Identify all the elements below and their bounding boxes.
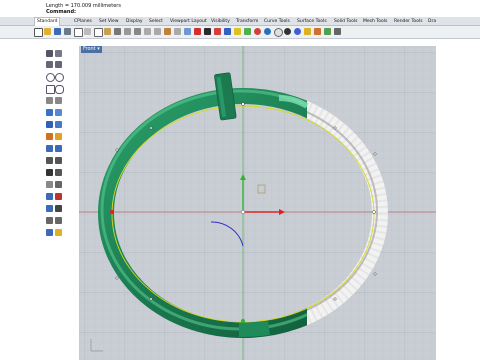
gumball-center[interactable]	[240, 209, 245, 214]
render-tools-icon[interactable]	[46, 229, 53, 236]
object-properties-icon[interactable]	[214, 28, 221, 35]
paste-icon[interactable]	[104, 28, 111, 35]
zoom-icon[interactable]	[144, 28, 151, 35]
save-icon[interactable]	[54, 28, 61, 35]
four-viewports-icon[interactable]	[184, 28, 191, 35]
pan-hand-icon[interactable]	[124, 28, 131, 35]
open-file-icon[interactable]	[44, 28, 51, 35]
tab-render-tools[interactable]: Render Tools	[394, 18, 423, 25]
join-icon[interactable]	[46, 193, 53, 200]
solid-box-icon[interactable]	[46, 121, 53, 128]
copy-icon[interactable]	[94, 28, 103, 37]
copy-object-icon[interactable]	[55, 145, 62, 152]
dimension-icon[interactable]	[55, 205, 62, 212]
ring-green-bottom[interactable]	[238, 321, 270, 337]
viewport-canvas[interactable]	[79, 46, 436, 360]
zoom-window-icon[interactable]	[154, 28, 161, 35]
select-filter-icon[interactable]	[224, 28, 231, 35]
command-sidebar	[0, 39, 77, 360]
seam-point-bottom[interactable]	[241, 319, 245, 323]
boolean-icon[interactable]	[46, 133, 53, 140]
viewport-title: Front	[83, 46, 96, 52]
tab-standard[interactable]: Standard	[34, 17, 61, 26]
command-history: Length = 170.009 millimeters Command:	[0, 0, 480, 17]
tab-curve-tools[interactable]: Curve Tools	[264, 18, 290, 25]
group-icon[interactable]	[46, 205, 53, 212]
tab-solid-tools[interactable]: Solid Tools	[334, 18, 357, 25]
select-points-icon[interactable]	[46, 50, 53, 57]
curve-tools-icon[interactable]	[55, 97, 62, 104]
right-panel	[436, 39, 480, 360]
curve-icon[interactable]	[46, 97, 53, 104]
ghosted-icon[interactable]	[274, 28, 283, 37]
text-icon[interactable]	[46, 217, 53, 224]
viewport-title-tab[interactable]: Front ▾	[81, 46, 102, 53]
point-icon[interactable]	[55, 50, 62, 57]
new-file-icon[interactable]	[34, 28, 43, 37]
materials-icon[interactable]	[314, 28, 321, 35]
surface-tools-icon[interactable]	[55, 109, 62, 116]
tab-display[interactable]: Display	[126, 18, 143, 25]
cut-icon[interactable]	[84, 28, 91, 35]
polyline-icon[interactable]	[46, 61, 53, 68]
scale-icon[interactable]	[55, 157, 62, 164]
tab-surface-tools[interactable]: Surface Tools	[297, 18, 327, 25]
tab-select[interactable]: Select	[149, 18, 163, 25]
rectangle-icon[interactable]	[46, 85, 55, 94]
explode-icon[interactable]	[55, 193, 62, 200]
trim-icon[interactable]	[55, 181, 62, 188]
standard-toolbar	[0, 26, 480, 39]
lights-icon[interactable]	[304, 28, 311, 35]
line-icon[interactable]	[55, 61, 62, 68]
tab-drafting[interactable]: Dra	[428, 18, 436, 25]
hide-icon[interactable]	[244, 28, 251, 35]
tab-cplanes[interactable]: CPlanes	[74, 18, 92, 25]
seam-point-left[interactable]	[110, 210, 114, 214]
circle-icon[interactable]	[46, 73, 55, 82]
zoom-extents-icon[interactable]	[164, 28, 171, 35]
array-icon[interactable]	[55, 169, 62, 176]
tab-transform[interactable]: Transform	[236, 18, 258, 25]
rendered-icon[interactable]	[264, 28, 271, 35]
print-icon[interactable]	[64, 28, 71, 35]
undo-icon[interactable]	[114, 28, 121, 35]
rotate-icon[interactable]	[46, 157, 53, 164]
chevron-down-icon[interactable]: ▾	[97, 46, 100, 52]
technical-icon[interactable]	[284, 28, 291, 35]
layer-icon[interactable]	[194, 28, 201, 35]
help-icon[interactable]	[334, 28, 341, 35]
move-icon[interactable]	[46, 145, 53, 152]
solid-tools-icon[interactable]	[55, 121, 62, 128]
options-icon[interactable]	[324, 28, 331, 35]
arc-icon[interactable]	[55, 73, 64, 82]
tab-mesh-tools[interactable]: Mesh Tools	[363, 18, 387, 25]
front-viewport[interactable]: Front ▾	[79, 46, 436, 360]
zoom-selected-icon[interactable]	[174, 28, 181, 35]
check-icon[interactable]	[55, 229, 62, 236]
rotate-view-icon[interactable]	[134, 28, 141, 35]
import-icon[interactable]	[74, 28, 83, 37]
mirror-icon[interactable]	[46, 169, 53, 176]
render-icon[interactable]	[294, 28, 301, 35]
mesh-icon[interactable]	[55, 133, 62, 140]
grid-icon[interactable]	[204, 28, 211, 35]
fillet-icon[interactable]	[46, 181, 53, 188]
shaded-icon[interactable]	[254, 28, 261, 35]
tab-set-view[interactable]: Set View	[99, 18, 119, 25]
tab-visibility[interactable]: Visibility	[211, 18, 230, 25]
surface-icon[interactable]	[46, 109, 53, 116]
command-prompt[interactable]: Command:	[46, 9, 76, 15]
ellipse-icon[interactable]	[55, 85, 64, 94]
tab-viewport-layout[interactable]: Viewport Layout	[170, 18, 207, 25]
toolbar-tabs: Standard CPlanes Set View Display Select…	[0, 17, 480, 26]
analyze-icon[interactable]	[55, 217, 62, 224]
lock-icon[interactable]	[234, 28, 241, 35]
